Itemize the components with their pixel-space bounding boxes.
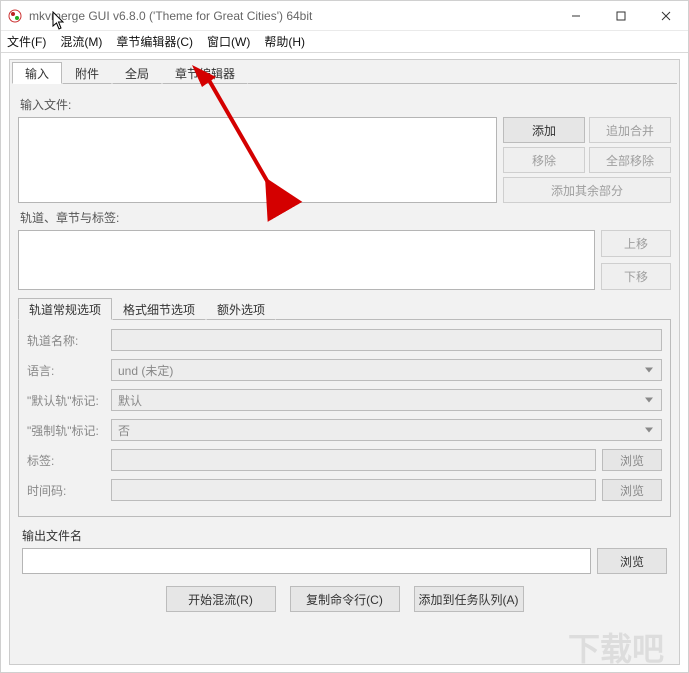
forced-track-select[interactable]: 否 (111, 419, 662, 441)
minimize-button[interactable] (553, 1, 598, 31)
subtab-format[interactable]: 格式细节选项 (112, 298, 206, 320)
window-title: mkvmerge GUI v6.8.0 ('Theme for Great Ci… (29, 9, 553, 23)
subtab-general[interactable]: 轨道常规选项 (18, 298, 112, 320)
tracks-list[interactable] (18, 230, 595, 290)
menu-help[interactable]: 帮助(H) (264, 33, 305, 50)
start-muxing-button[interactable]: 开始混流(R) (166, 586, 276, 612)
timecodes-browse-button[interactable]: 浏览 (602, 479, 662, 501)
default-track-select[interactable]: 默认 (111, 389, 662, 411)
window-buttons (553, 1, 688, 31)
tracks-label: 轨道、章节与标签: (20, 209, 671, 226)
tab-chapter-editor[interactable]: 章节编辑器 (162, 62, 248, 84)
append-button[interactable]: 追加合并 (589, 117, 671, 143)
close-button[interactable] (643, 1, 688, 31)
track-option-tabs: 轨道常规选项 格式细节选项 额外选项 (18, 298, 671, 320)
tags-browse-button[interactable]: 浏览 (602, 449, 662, 471)
add-parts-button[interactable]: 添加其余部分 (503, 177, 671, 203)
remove-button[interactable]: 移除 (503, 147, 585, 173)
remove-all-button[interactable]: 全部移除 (589, 147, 671, 173)
forced-track-label: "强制轨"标记: (27, 422, 105, 439)
language-label: 语言: (27, 362, 105, 379)
track-name-label: 轨道名称: (27, 332, 105, 349)
menu-mux[interactable]: 混流(M) (60, 33, 102, 50)
main-panel: 输入 附件 全局 章节编辑器 输入文件: 添加 追加合并 移除 全部移除 添加其… (9, 59, 680, 665)
track-options-body: 轨道名称: 语言: und (未定) "默认轨"标记: 默认 "强制轨"标记: … (18, 320, 671, 517)
output-browse-button[interactable]: 浏览 (597, 548, 667, 574)
output-filename-label: 输出文件名 (22, 527, 671, 544)
app-icon (7, 8, 23, 24)
footer-buttons: 开始混流(R) 复制命令行(C) 添加到任务队列(A) (18, 586, 671, 612)
input-files-list[interactable] (18, 117, 497, 203)
input-files-label: 输入文件: (20, 96, 671, 113)
timecodes-input[interactable] (111, 479, 596, 501)
move-up-button[interactable]: 上移 (601, 230, 671, 257)
tags-input[interactable] (111, 449, 596, 471)
track-name-input[interactable] (111, 329, 662, 351)
language-select[interactable]: und (未定) (111, 359, 662, 381)
tags-label: 标签: (27, 452, 105, 469)
maximize-button[interactable] (598, 1, 643, 31)
add-to-queue-button[interactable]: 添加到任务队列(A) (414, 586, 524, 612)
top-tabstrip: 输入 附件 全局 章节编辑器 (12, 62, 677, 84)
menu-window[interactable]: 窗口(W) (207, 33, 250, 50)
menu-chapter-editor[interactable]: 章节编辑器(C) (116, 33, 193, 50)
move-down-button[interactable]: 下移 (601, 263, 671, 290)
tab-global[interactable]: 全局 (112, 62, 162, 84)
subtab-extra[interactable]: 额外选项 (206, 298, 276, 320)
menubar: 文件(F) 混流(M) 章节编辑器(C) 窗口(W) 帮助(H) (1, 31, 688, 53)
titlebar: mkvmerge GUI v6.8.0 ('Theme for Great Ci… (1, 1, 688, 31)
tab-input[interactable]: 输入 (12, 62, 62, 84)
copy-cmdline-button[interactable]: 复制命令行(C) (290, 586, 400, 612)
tab-attachments[interactable]: 附件 (62, 62, 112, 84)
menu-file[interactable]: 文件(F) (7, 33, 46, 50)
output-filename-input[interactable] (22, 548, 591, 574)
default-track-label: "默认轨"标记: (27, 392, 105, 409)
add-button[interactable]: 添加 (503, 117, 585, 143)
tab-body: 输入文件: 添加 追加合并 移除 全部移除 添加其余部分 轨道、章节与标签: (12, 84, 677, 614)
timecodes-label: 时间码: (27, 482, 105, 499)
